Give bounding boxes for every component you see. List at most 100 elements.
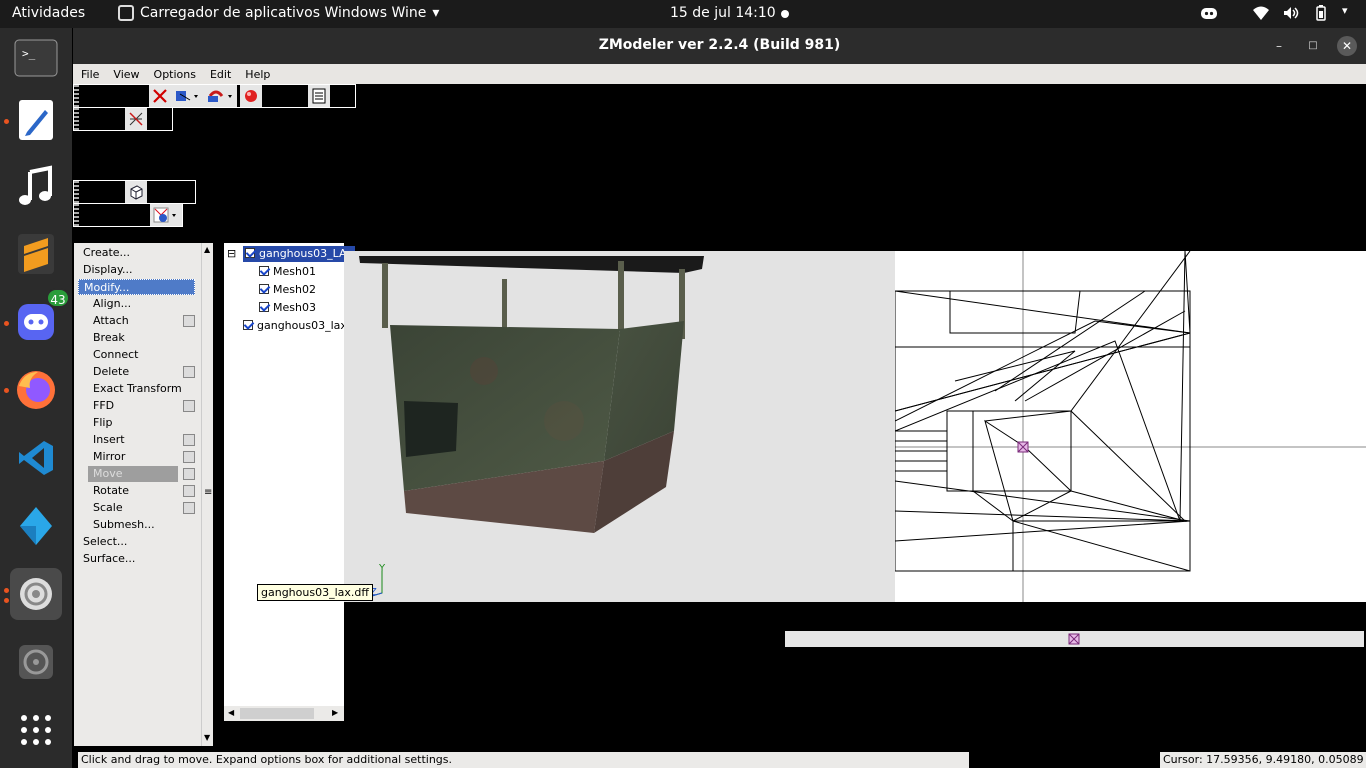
system-tray[interactable]: ▾	[1200, 4, 1352, 22]
discord-tray-icon[interactable]	[1200, 4, 1218, 22]
sublime-launcher[interactable]	[10, 228, 62, 280]
clock[interactable]: 15 de jul 14:10	[670, 5, 776, 21]
text-editor-launcher[interactable]	[10, 94, 62, 146]
volume-icon[interactable]	[1282, 4, 1300, 22]
cmd-mirror[interactable]: Mirror	[93, 449, 125, 465]
rotate-options-box[interactable]	[183, 485, 195, 497]
app-launcher-blue[interactable]	[10, 500, 62, 552]
shading-dropdown-icon[interactable]	[150, 204, 182, 226]
delete-tool-icon[interactable]	[149, 85, 171, 107]
checkbox-icon[interactable]	[259, 284, 269, 294]
running-indicator	[4, 119, 9, 124]
toolbar-grip[interactable]	[74, 204, 79, 226]
show-apps-button[interactable]	[10, 704, 62, 756]
menu-edit[interactable]: Edit	[208, 64, 239, 84]
app-menu-label: Carregador de aplicativos Windows Wine	[140, 5, 427, 21]
cmd-surface[interactable]: Surface...	[83, 551, 135, 567]
disk-launcher[interactable]	[10, 636, 62, 688]
insert-options-box[interactable]	[183, 434, 195, 446]
app-menu[interactable]: Carregador de aplicativos Windows Wine ▾	[118, 5, 439, 21]
tree-horizontal-scrollbar[interactable]: ◀ ▶	[224, 706, 344, 721]
close-button[interactable]: ✕	[1337, 36, 1357, 56]
toolbar-grip[interactable]	[74, 181, 79, 203]
cmd-align[interactable]: Align...	[93, 296, 131, 312]
tree-item-second[interactable]: ganghous03_lax...	[243, 318, 357, 334]
wireframe-viewport[interactable]	[895, 251, 1366, 602]
cmd-create[interactable]: Create...	[83, 245, 130, 261]
select-dropdown-icon[interactable]	[171, 85, 203, 107]
perspective-viewport[interactable]: Y Z	[344, 251, 896, 602]
terminal-launcher[interactable]: >_	[10, 32, 62, 84]
minimize-button[interactable]: –	[1269, 36, 1289, 56]
tree-item-mesh03[interactable]: Mesh03	[259, 300, 316, 316]
resize-grip-icon[interactable]: ≡	[204, 487, 212, 498]
vscode-icon	[19, 441, 53, 475]
cmd-delete[interactable]: Delete	[93, 364, 129, 380]
cmd-exact-transform[interactable]: Exact Transform	[93, 381, 182, 397]
scroll-down-icon[interactable]: ▼	[204, 733, 210, 742]
unread-badge: 43	[46, 288, 70, 308]
axis-tool-icon[interactable]	[125, 108, 147, 130]
music-launcher[interactable]	[10, 160, 62, 212]
cmd-connect[interactable]: Connect	[93, 347, 138, 363]
command-panel-scrollbar[interactable]: ▲ ≡ ▼	[201, 243, 213, 746]
maximize-button[interactable]: □	[1303, 36, 1323, 56]
cmd-display[interactable]: Display...	[83, 262, 132, 278]
cube-view-icon[interactable]	[125, 181, 147, 203]
cmd-move[interactable]: Move	[88, 466, 178, 482]
checkbox-icon[interactable]	[259, 266, 269, 276]
checkbox-icon[interactable]	[243, 320, 253, 330]
cmd-modify[interactable]: Modify...	[78, 279, 195, 295]
cmd-submesh[interactable]: Submesh...	[93, 517, 155, 533]
battery-icon[interactable]	[1312, 4, 1330, 22]
properties-icon[interactable]	[308, 85, 330, 107]
scroll-left-icon[interactable]: ◀	[228, 708, 234, 717]
activities-button[interactable]: Atividades	[12, 5, 85, 21]
chevron-down-icon[interactable]: ▾	[1342, 4, 1352, 22]
cmd-break[interactable]: Break	[93, 330, 125, 346]
discord-launcher[interactable]: 43	[10, 288, 70, 348]
mirror-options-box[interactable]	[183, 451, 195, 463]
window-title: ZModeler ver 2.2.4 (Build 981)	[598, 37, 841, 53]
cmd-attach[interactable]: Attach	[93, 313, 129, 329]
cmd-ffd[interactable]: FFD	[93, 398, 114, 414]
wifi-icon[interactable]	[1252, 4, 1270, 22]
cmd-flip[interactable]: Flip	[93, 415, 112, 431]
cmd-insert[interactable]: Insert	[93, 432, 125, 448]
svg-text:>_: >_	[22, 47, 36, 60]
notification-dot	[781, 10, 789, 18]
checkbox-icon[interactable]	[259, 302, 269, 312]
cmd-scale[interactable]: Scale	[93, 500, 123, 516]
checkbox-icon[interactable]	[245, 248, 255, 258]
menu-view[interactable]: View	[111, 64, 147, 84]
scroll-right-icon[interactable]: ▶	[332, 708, 338, 717]
wine-launcher[interactable]	[10, 568, 62, 620]
running-indicator	[4, 598, 9, 603]
attach-options-box[interactable]	[183, 315, 195, 327]
toolbar-grip[interactable]	[74, 108, 79, 130]
front-viewport-strip[interactable]	[785, 631, 1364, 647]
delete-options-box[interactable]	[183, 366, 195, 378]
menu-file[interactable]: File	[79, 64, 107, 84]
scroll-thumb[interactable]	[240, 708, 314, 719]
toolbar-grip[interactable]	[74, 85, 79, 107]
tree-item-mesh02[interactable]: Mesh02	[259, 282, 316, 298]
menu-help[interactable]: Help	[243, 64, 278, 84]
object-tree: ⊟ ganghous03_LAx Mesh01 Mesh02 Mesh03 ga…	[224, 243, 357, 721]
menu-options[interactable]: Options	[152, 64, 204, 84]
cmd-select[interactable]: Select...	[83, 534, 127, 550]
tree-item-root[interactable]: ganghous03_LAx	[243, 246, 355, 262]
scale-options-box[interactable]	[183, 502, 195, 514]
scroll-up-icon[interactable]: ▲	[204, 245, 210, 254]
cursor-readout: Cursor: 17.59356, 9.49180, 0.05089	[1160, 752, 1366, 768]
undo-dropdown-icon[interactable]	[203, 85, 237, 107]
window-titlebar[interactable]: ZModeler ver 2.2.4 (Build 981) – □ ✕	[73, 28, 1366, 64]
cmd-rotate[interactable]: Rotate	[93, 483, 129, 499]
render-icon[interactable]	[240, 85, 262, 107]
firefox-launcher[interactable]	[10, 364, 62, 416]
tree-item-mesh01[interactable]: Mesh01	[259, 264, 316, 280]
vscode-launcher[interactable]	[10, 432, 62, 484]
ffd-options-box[interactable]	[183, 400, 195, 412]
tree-collapse-icon[interactable]: ⊟	[227, 246, 236, 262]
move-options-box[interactable]	[183, 468, 195, 480]
